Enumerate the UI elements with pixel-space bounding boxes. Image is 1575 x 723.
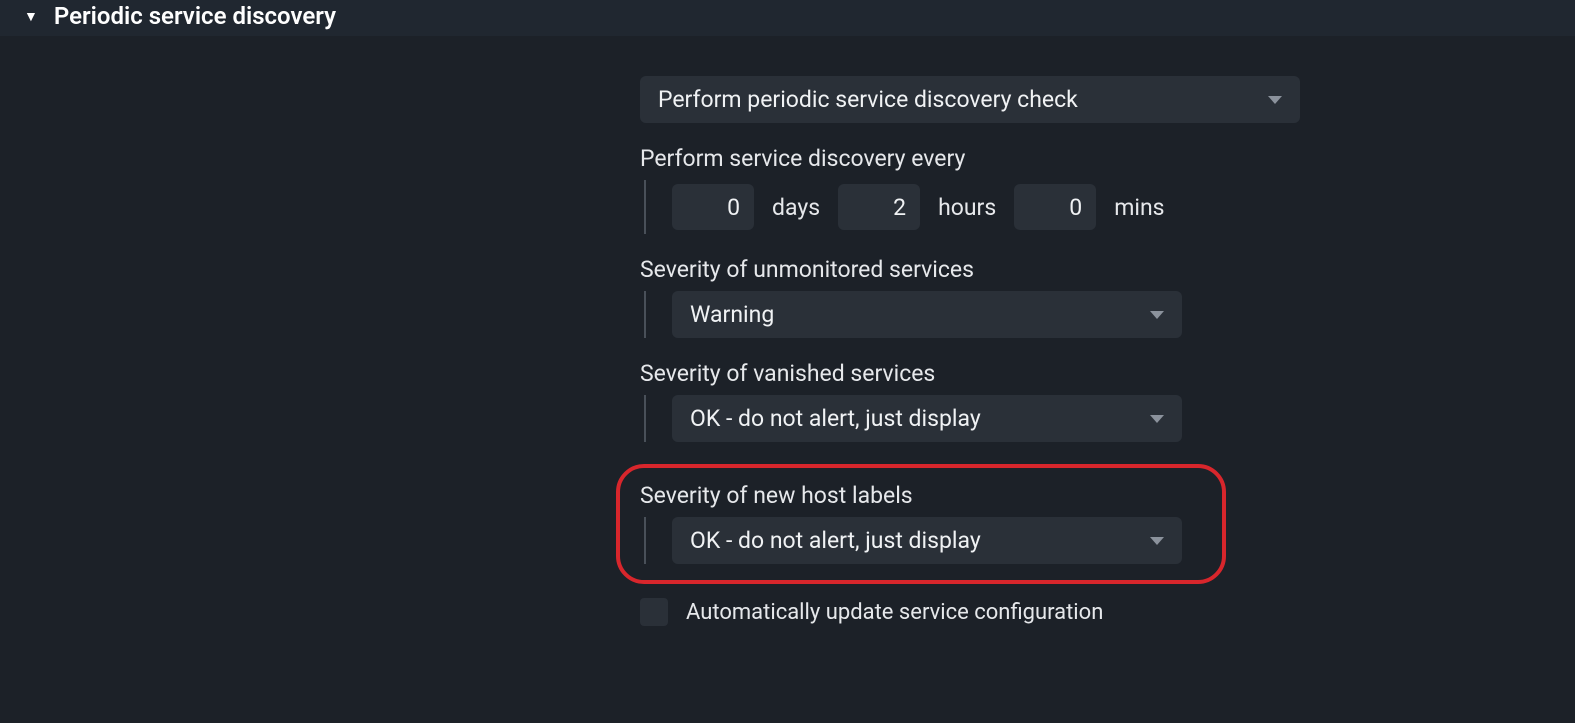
section-title: Periodic service discovery (54, 2, 336, 30)
days-unit: days (772, 194, 820, 221)
auto-update-label: Automatically update service configurati… (686, 600, 1103, 625)
auto-update-row: Automatically update service configurati… (640, 598, 1575, 626)
chevron-down-icon (1268, 96, 1282, 104)
mode-dropdown-value: Perform periodic service discovery check (658, 86, 1078, 113)
form-content: Perform periodic service discovery check… (0, 36, 1575, 626)
unmonitored-label: Severity of unmonitored services (640, 256, 1575, 283)
chevron-down-icon (1150, 311, 1164, 319)
interval-inputs: 0 days 2 hours 0 mins (672, 180, 1575, 234)
chevron-down-icon (1150, 415, 1164, 423)
new-host-labels-dropdown[interactable]: OK - do not alert, just display (672, 517, 1182, 564)
hours-input[interactable]: 2 (838, 184, 920, 230)
collapse-icon: ▼ (24, 8, 38, 25)
new-host-labels-label: Severity of new host labels (640, 482, 1202, 509)
auto-update-checkbox[interactable] (640, 598, 668, 626)
mode-dropdown[interactable]: Perform periodic service discovery check (640, 76, 1300, 123)
interval-label: Perform service discovery every (640, 145, 1575, 172)
vanished-dropdown[interactable]: OK - do not alert, just display (672, 395, 1182, 442)
vanished-value: OK - do not alert, just display (690, 405, 981, 432)
chevron-down-icon (1150, 537, 1164, 545)
unmonitored-value: Warning (690, 301, 774, 328)
days-input[interactable]: 0 (672, 184, 754, 230)
highlight-annotation: Severity of new host labels OK - do not … (616, 464, 1226, 584)
unmonitored-dropdown[interactable]: Warning (672, 291, 1182, 338)
hours-unit: hours (938, 194, 996, 221)
mins-unit: mins (1114, 194, 1164, 221)
section-header[interactable]: ▼ Periodic service discovery (0, 0, 1575, 36)
vanished-label: Severity of vanished services (640, 360, 1575, 387)
mins-input[interactable]: 0 (1014, 184, 1096, 230)
new-host-labels-value: OK - do not alert, just display (690, 527, 981, 554)
